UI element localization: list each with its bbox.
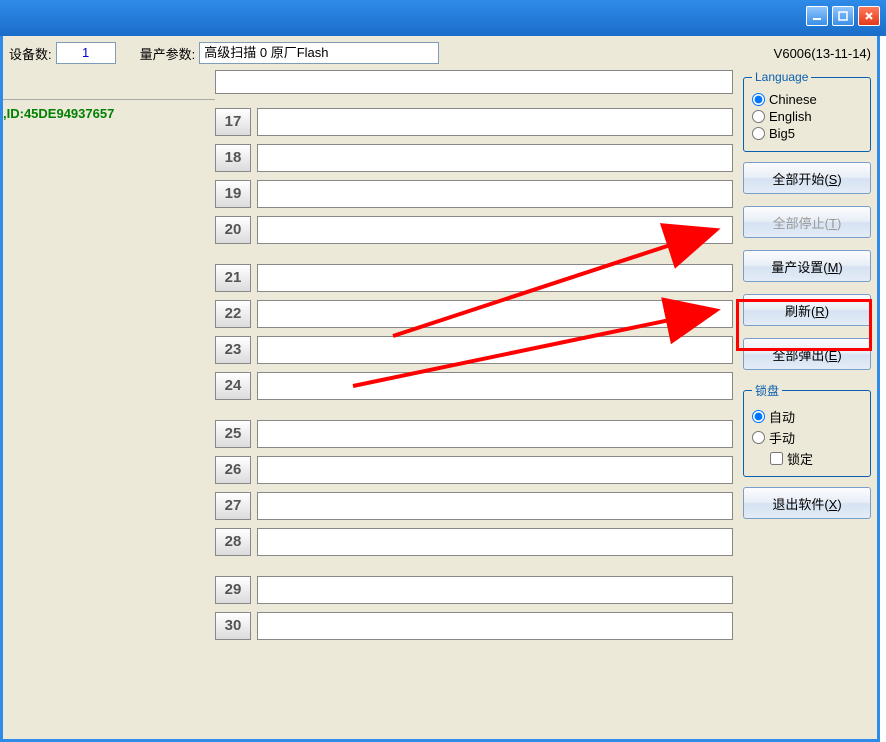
lang-english-label: English xyxy=(769,109,812,124)
slot-row: 20 xyxy=(215,216,733,244)
slot-number: 20 xyxy=(215,216,251,244)
slot-number: 21 xyxy=(215,264,251,292)
slot-number: 27 xyxy=(215,492,251,520)
slot-row: 23 xyxy=(215,336,733,364)
slot-field[interactable] xyxy=(257,372,733,400)
slot-row: 21 xyxy=(215,264,733,292)
slot-field[interactable] xyxy=(257,612,733,640)
params-value: 高级扫描 0 原厂Flash xyxy=(199,42,439,64)
lock-group: 锁盘 自动 手动 锁定 xyxy=(743,382,871,477)
slot-field[interactable] xyxy=(257,144,733,172)
slot-row: 19 xyxy=(215,180,733,208)
slot-number: 23 xyxy=(215,336,251,364)
slot-number: 25 xyxy=(215,420,251,448)
lock-auto-label: 自动 xyxy=(769,407,795,426)
device-count-value: 1 xyxy=(56,42,116,64)
lang-big5-radio[interactable]: Big5 xyxy=(752,126,862,141)
lock-auto-radio[interactable]: 自动 xyxy=(752,407,862,426)
slot-number: 28 xyxy=(215,528,251,556)
slot-field[interactable] xyxy=(257,108,733,136)
slot-number: 22 xyxy=(215,300,251,328)
slot-row: 30 xyxy=(215,612,733,640)
slot-field[interactable] xyxy=(257,264,733,292)
params-label: 量产参数: xyxy=(140,44,196,63)
slot-number: 29 xyxy=(215,576,251,604)
stop-all-button[interactable]: 全部停止(T) xyxy=(743,206,871,238)
eject-all-button[interactable]: 全部弹出(E) xyxy=(743,338,871,370)
device-count-label: 设备数: xyxy=(9,44,52,63)
language-group: Language Chinese English Big5 xyxy=(743,70,871,152)
slot-number: 24 xyxy=(215,372,251,400)
lang-english-radio[interactable]: English xyxy=(752,109,862,124)
lock-legend: 锁盘 xyxy=(752,382,782,399)
slot-field[interactable] xyxy=(257,456,733,484)
exit-button[interactable]: 退出软件(X) xyxy=(743,487,871,519)
lock-manual-radio[interactable]: 手动 xyxy=(752,428,862,447)
slot-field[interactable] xyxy=(257,528,733,556)
app-frame: 设备数: 1 量产参数: 高级扫描 0 原厂Flash V6006(13-11-… xyxy=(0,36,880,742)
settings-button[interactable]: 量产设置(M) xyxy=(743,250,871,282)
slot-row: 17 xyxy=(215,108,733,136)
slot-row: 27 xyxy=(215,492,733,520)
slot-number: 17 xyxy=(215,108,251,136)
lang-chinese-radio[interactable]: Chinese xyxy=(752,92,862,107)
slot-number: 18 xyxy=(215,144,251,172)
right-sidebar: Language Chinese English Big5 全部开始(S) xyxy=(737,70,877,739)
slot-field[interactable] xyxy=(257,492,733,520)
start-all-button[interactable]: 全部开始(S) xyxy=(743,162,871,194)
slot-field[interactable] xyxy=(257,576,733,604)
slots-column: 17 18 19 20 21 22 23 24 25 26 27 28 29 30 xyxy=(215,70,737,739)
slot-field[interactable] xyxy=(257,180,733,208)
slot-row: 18 xyxy=(215,144,733,172)
slot-row: 29 xyxy=(215,576,733,604)
version-text: V6006(13-11-14) xyxy=(774,46,871,61)
slot-row: 26 xyxy=(215,456,733,484)
slot-number: 30 xyxy=(215,612,251,640)
search-field-top[interactable] xyxy=(215,70,733,94)
top-info-bar: 设备数: 1 量产参数: 高级扫描 0 原厂Flash V6006(13-11-… xyxy=(3,36,877,70)
lock-manual-label: 手动 xyxy=(769,428,795,447)
language-legend: Language xyxy=(752,70,811,84)
slot-field[interactable] xyxy=(257,216,733,244)
refresh-button[interactable]: 刷新(R) xyxy=(743,294,871,326)
lock-locked-label: 锁定 xyxy=(787,449,813,468)
slot-field[interactable] xyxy=(257,420,733,448)
lang-big5-label: Big5 xyxy=(769,126,795,141)
slot-row: 25 xyxy=(215,420,733,448)
left-column: ,ID:45DE94937657 xyxy=(3,70,215,739)
maximize-button[interactable] xyxy=(832,6,854,26)
window-titlebar xyxy=(0,0,886,36)
slot-row: 28 xyxy=(215,528,733,556)
slot-field[interactable] xyxy=(257,300,733,328)
lang-chinese-label: Chinese xyxy=(769,92,817,107)
slot-number: 26 xyxy=(215,456,251,484)
slot-row: 24 xyxy=(215,372,733,400)
slot-field[interactable] xyxy=(257,336,733,364)
slot-number: 19 xyxy=(215,180,251,208)
minimize-button[interactable] xyxy=(806,6,828,26)
close-button[interactable] xyxy=(858,6,880,26)
slot-row: 22 xyxy=(215,300,733,328)
device-id-text: ,ID:45DE94937657 xyxy=(3,100,215,121)
lock-locked-checkbox[interactable]: 锁定 xyxy=(770,449,862,468)
